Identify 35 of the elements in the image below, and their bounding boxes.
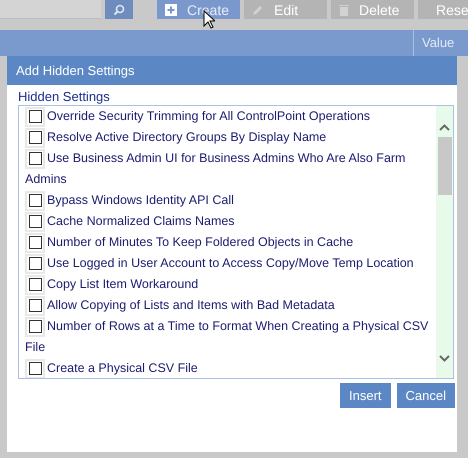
dialog-button[interactable]: Insert <box>340 383 391 408</box>
checkbox[interactable] <box>25 274 45 295</box>
checkbox[interactable] <box>25 316 45 337</box>
setting-label[interactable]: Cache Normalized Claims Names <box>25 211 436 232</box>
checkbox[interactable] <box>25 254 45 274</box>
scrollbar[interactable] <box>436 106 453 378</box>
checkbox[interactable] <box>25 106 45 127</box>
checkbox[interactable] <box>25 148 45 169</box>
dialog-button[interactable]: Cancel <box>396 383 455 408</box>
scroll-up-icon[interactable] <box>439 124 450 131</box>
checkbox[interactable] <box>25 128 45 148</box>
pencil-icon <box>252 4 264 16</box>
scroll-down-icon[interactable] <box>439 355 450 362</box>
checkbox[interactable] <box>25 232 45 253</box>
setting-label[interactable]: Number of Rows at a Time to Format When Creating a Physical CSV File <box>25 316 436 358</box>
search-icon <box>113 4 126 16</box>
list-label: Hidden Settings <box>18 89 111 105</box>
trash-icon <box>339 4 349 16</box>
setting-label[interactable]: Override Security Trimming for All ControlPoint Operations <box>25 106 436 127</box>
setting-label[interactable]: Copy List Item Workaround <box>25 274 436 295</box>
checkbox[interactable] <box>25 358 45 378</box>
setting-label[interactable]: Resolve Active Directory Groups By Display Name <box>25 127 436 148</box>
setting-label[interactable]: Use Logged in User Account to Access Copy/Move Temp Location <box>25 253 436 274</box>
dialog-title: Add Hidden Settings <box>7 56 457 85</box>
setting-label[interactable]: Create a Physical CSV File <box>25 358 436 378</box>
setting-label[interactable]: Allow Copying of Lists and Items with Bad Metadata <box>25 295 436 316</box>
scroll-thumb[interactable] <box>438 137 452 195</box>
checkbox[interactable] <box>25 212 45 232</box>
checkbox[interactable] <box>25 296 45 316</box>
setting-label[interactable]: Number of Minutes To Keep Foldered Objects in Cache <box>25 232 436 253</box>
plus-icon <box>165 4 177 16</box>
setting-label[interactable]: Use Business Admin UI for Business Admins Who Are Also Farm Admins <box>25 148 436 190</box>
setting-label[interactable]: Bypass Windows Identity API Call <box>25 190 436 211</box>
checkbox[interactable] <box>25 190 45 211</box>
search-button[interactable] <box>105 0 133 19</box>
